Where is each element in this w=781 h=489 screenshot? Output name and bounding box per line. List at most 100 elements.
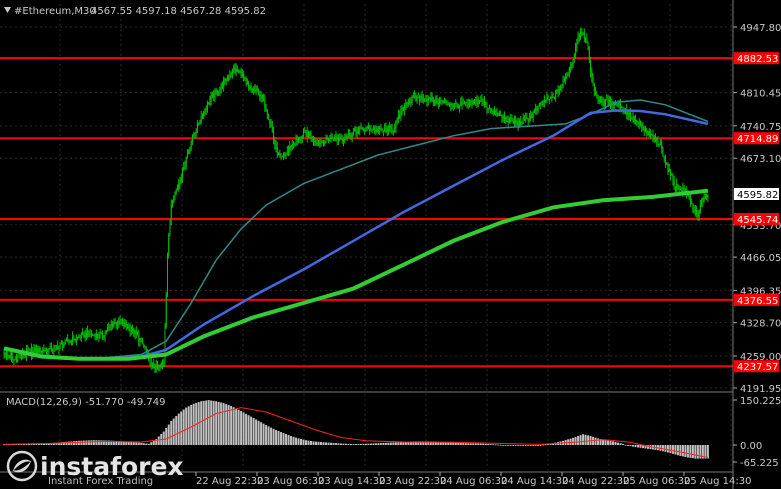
candle-body [70, 340, 72, 343]
macd-bar [584, 434, 587, 445]
macd-bar [624, 444, 627, 446]
candle-body [677, 183, 679, 187]
candle-body [107, 328, 109, 332]
macd-bar [369, 443, 372, 445]
candle-body [38, 347, 40, 353]
candle-body [430, 97, 432, 102]
candle-body [39, 347, 41, 353]
time-tick-label: 23 Aug 14:30 [318, 476, 385, 487]
candle-body [410, 101, 412, 103]
candle-body [371, 129, 373, 131]
candle-body [254, 89, 256, 91]
candle-body [684, 189, 686, 191]
candle-body [480, 100, 482, 102]
candle-body [122, 322, 124, 324]
macd-bar [609, 441, 612, 445]
candle-body [421, 95, 423, 98]
candle-body [505, 117, 507, 120]
candle-body [260, 94, 262, 97]
candle-body [387, 126, 389, 133]
candle-body [573, 54, 575, 61]
candle-body [3, 353, 5, 356]
candle-body [310, 135, 312, 140]
macd-bar [629, 445, 632, 447]
macd-bar [267, 426, 270, 445]
candle-body [19, 356, 21, 358]
candle-body [303, 132, 305, 136]
candle-body [497, 113, 499, 116]
candle-body [115, 321, 117, 326]
candle-body [309, 132, 311, 136]
candle-body [475, 100, 477, 102]
candle-body [512, 120, 514, 124]
macd-tick-label: 150.225 [740, 396, 781, 407]
candle-body [206, 102, 208, 110]
macd-bar [142, 443, 145, 445]
price-tick-label: 4740.75 [740, 122, 781, 133]
candle-body [34, 348, 36, 353]
candle-body [5, 352, 7, 355]
candle-body [636, 120, 638, 123]
macd-bar [190, 404, 193, 445]
candle-body [538, 103, 540, 106]
macd-bar [147, 443, 150, 445]
macd-bar [364, 443, 367, 445]
macd-bar [612, 441, 615, 445]
candle-body [578, 36, 580, 38]
candle-body [382, 130, 384, 132]
candle-body [345, 138, 347, 140]
candle-body [211, 93, 213, 95]
candle-body [159, 367, 161, 370]
level-label: 4545.74 [737, 215, 778, 226]
candle-body [53, 346, 55, 351]
candle-body [271, 125, 273, 132]
candle-body [300, 138, 302, 140]
candle-body [374, 129, 376, 132]
candle-body [291, 144, 293, 149]
macd-bar [180, 411, 183, 445]
candle-body [648, 130, 650, 135]
candle-body [464, 102, 466, 104]
candle-body [269, 119, 271, 124]
candle-body [379, 127, 381, 131]
candle-body [459, 105, 461, 108]
macd-bar [639, 445, 642, 448]
candle-body [304, 131, 306, 133]
macd-bar [669, 445, 672, 454]
candle-body [669, 169, 671, 176]
candle-body [531, 115, 533, 118]
candle-body [268, 114, 270, 120]
candle-body [533, 110, 535, 113]
macd-bar [207, 400, 210, 445]
candle-body [548, 99, 550, 101]
macd-bar [95, 440, 98, 445]
macd-bar [527, 445, 530, 446]
candle-body [63, 344, 65, 347]
macd-bar [482, 443, 485, 445]
candle-body [681, 190, 683, 192]
candle-body [75, 337, 77, 340]
candle-body [98, 336, 100, 338]
candle-body [471, 100, 473, 105]
candle-body [542, 100, 544, 105]
candle-body [80, 333, 82, 339]
candle-body [166, 255, 168, 293]
candle-body [29, 349, 31, 351]
candle-body [346, 136, 348, 139]
macd-bar [312, 441, 315, 445]
macd-bar [132, 442, 135, 445]
candle-body [620, 102, 622, 108]
candle-body [414, 95, 416, 98]
macd-bar [532, 445, 535, 446]
candle-body [243, 74, 245, 78]
candle-body [361, 127, 363, 130]
candle-body [451, 104, 453, 106]
candle-body [349, 133, 351, 137]
candle-body [229, 75, 231, 78]
candle-body [457, 104, 459, 108]
candle-body [526, 117, 528, 120]
candle-body [621, 106, 623, 108]
candle-body [678, 186, 680, 190]
macd-bar [477, 443, 480, 445]
macd-bar [297, 438, 300, 445]
